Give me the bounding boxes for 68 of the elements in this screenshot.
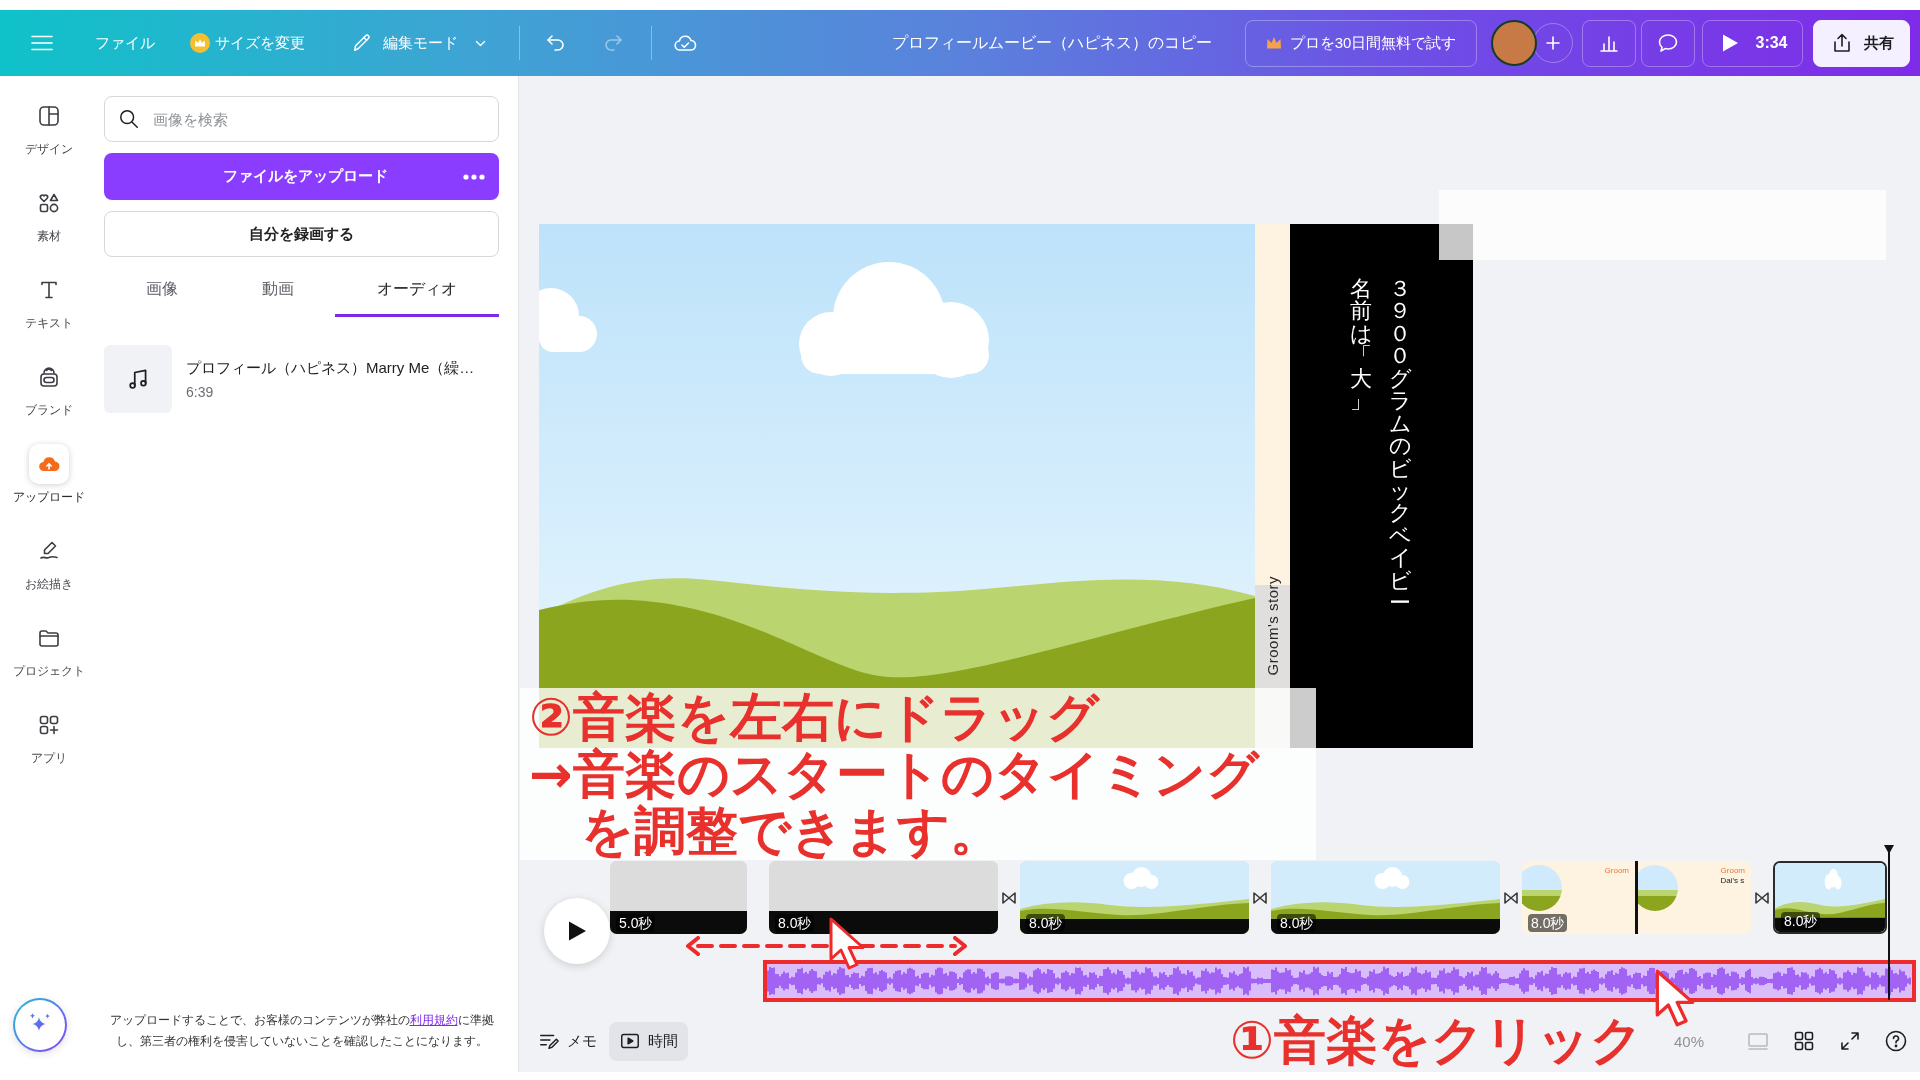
sidebar-item[interactable]: テキスト bbox=[0, 270, 98, 357]
audio-title[interactable]: プロフィール（ハピネス）Marry Me（繰… bbox=[186, 358, 475, 378]
timeline-clip[interactable]: 8.0秒 bbox=[1020, 861, 1249, 934]
play-button[interactable]: 3:34 bbox=[1702, 19, 1803, 67]
landscape-circle-icon bbox=[1522, 865, 1562, 911]
transition-icon[interactable] bbox=[1002, 891, 1016, 904]
record-button[interactable]: 自分を録画する bbox=[104, 211, 499, 257]
tab[interactable]: 動画 bbox=[219, 265, 336, 317]
grid-icon[interactable] bbox=[1792, 1029, 1816, 1053]
menu-icon[interactable] bbox=[31, 35, 53, 51]
tab[interactable]: 画像 bbox=[104, 265, 220, 317]
upload-button[interactable]: ファイルをアップロード bbox=[104, 153, 499, 200]
sidebar-item[interactable]: ブランド bbox=[0, 357, 98, 444]
transition-icon[interactable] bbox=[1504, 891, 1518, 904]
timeline-clip[interactable]: 5.0秒 bbox=[610, 861, 747, 934]
fullscreen-icon[interactable] bbox=[1838, 1029, 1862, 1053]
sidebar-item[interactable]: 素材 bbox=[0, 183, 98, 270]
annotation-step: ①音楽をクリック bbox=[1230, 1010, 1644, 1070]
landscape-circle-icon bbox=[1638, 865, 1678, 911]
ai-assistant-button[interactable] bbox=[13, 998, 67, 1052]
annotation-note: →音楽のスタートのタイミングを調整できます。 bbox=[529, 746, 1261, 860]
comment-button[interactable] bbox=[1641, 19, 1695, 67]
vertical-text: 名前は「大」 bbox=[1350, 278, 1372, 413]
audio-duration: 6:39 bbox=[186, 383, 215, 400]
legal-notice: アップロードすることで、お客様のコンテンツが弊社の利用規約に準拠し、第三者の権利を侵害していないことを確認したことになります。 bbox=[108, 1012, 495, 1050]
music-note-icon[interactable] bbox=[104, 345, 172, 413]
play-icon bbox=[567, 920, 587, 942]
thumbnail-text: Dai's s bbox=[1720, 876, 1745, 885]
search-icon bbox=[118, 108, 140, 130]
sidebar-item[interactable]: プロジェクト bbox=[0, 618, 98, 705]
comment-icon bbox=[1656, 31, 1680, 55]
sidebar-item[interactable]: お絵描き bbox=[0, 531, 98, 618]
transition-icon[interactable] bbox=[1253, 891, 1267, 904]
sidebar-item[interactable]: アプリ bbox=[0, 705, 98, 792]
help-icon[interactable] bbox=[1884, 1029, 1908, 1053]
timeline-play-button[interactable] bbox=[544, 898, 610, 964]
cloud-upload-icon bbox=[29, 444, 69, 484]
thumbnail-text: Groom bbox=[1720, 866, 1745, 875]
terms-link[interactable]: 利用規約 bbox=[409, 1013, 458, 1027]
thumbnail-text: Groom bbox=[1604, 866, 1629, 875]
shapes-icon bbox=[37, 191, 61, 215]
crown-icon bbox=[190, 33, 210, 53]
view-toggle[interactable]: メモ bbox=[528, 1021, 607, 1061]
apps-icon bbox=[37, 713, 61, 737]
pencil-icon bbox=[351, 32, 373, 54]
share-button[interactable]: 共有 bbox=[1813, 19, 1910, 67]
timeline-clip[interactable]: 8.0秒 bbox=[1773, 861, 1887, 934]
playhead[interactable] bbox=[1883, 845, 1895, 1000]
transition-icon[interactable] bbox=[1755, 891, 1769, 904]
crown-icon bbox=[1265, 36, 1282, 50]
layout-icon bbox=[37, 104, 61, 128]
annotation-title: ②音楽を左右にドラッグ bbox=[529, 688, 1100, 746]
avatar[interactable] bbox=[1491, 20, 1537, 66]
more-icon bbox=[463, 173, 485, 180]
tab[interactable]: オーディオ bbox=[335, 265, 499, 317]
vertical-text: ３９００グラムのビックベイビー bbox=[1389, 278, 1411, 615]
pro-trial-button[interactable]: プロを30日間無料で試す bbox=[1245, 19, 1477, 67]
timeline-clip[interactable]: 8.0秒 bbox=[769, 861, 998, 934]
side-label: Groom's story bbox=[1264, 575, 1281, 675]
bag-icon bbox=[37, 365, 61, 389]
search-field[interactable]: 画像を検索 bbox=[104, 96, 499, 142]
chart-button[interactable] bbox=[1582, 19, 1636, 67]
sidebar-item[interactable]: デザイン bbox=[0, 96, 98, 183]
document-title[interactable]: プロフィールムービー（ハピネス）のコピー bbox=[892, 32, 1212, 54]
view-toggle[interactable]: 時間 bbox=[609, 1021, 688, 1061]
timeline-clip[interactable]: 8.0秒 bbox=[1271, 861, 1500, 934]
sidebar-item[interactable]: アップロード bbox=[0, 444, 98, 531]
timeline-clip[interactable]: Groom Groom Dai's s 8.0秒 bbox=[1522, 861, 1751, 934]
